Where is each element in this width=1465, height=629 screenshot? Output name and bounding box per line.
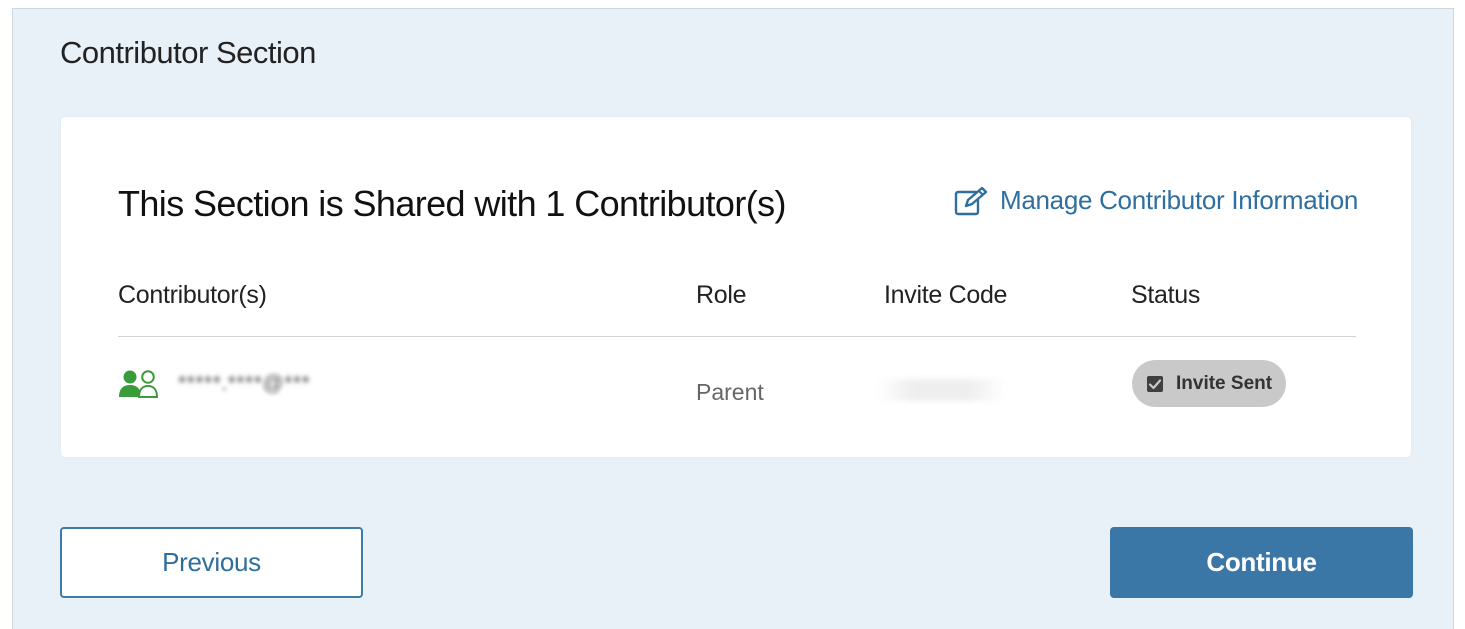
column-header-invite-code: Invite Code xyxy=(884,281,1008,309)
section-title: Contributor Section xyxy=(60,35,316,70)
role-cell: Parent xyxy=(696,379,764,405)
manage-link-label: Manage Contributor Information xyxy=(1000,185,1359,215)
column-header-role: Role xyxy=(696,281,747,309)
contributors-card: This Section is Shared with 1 Contributo… xyxy=(61,117,1411,457)
status-badge: Invite Sent xyxy=(1132,360,1287,407)
contributor-email: *****.****@*** xyxy=(178,372,311,395)
invite-code-cell xyxy=(876,379,1006,401)
contributor-section-panel: Contributor Section This Section is Shar… xyxy=(12,8,1454,629)
status-label: Invite Sent xyxy=(1176,372,1273,394)
users-icon xyxy=(118,369,160,399)
column-header-status: Status xyxy=(1131,281,1201,309)
table-row: *****.****@*** Parent Invite Sent xyxy=(61,337,1411,417)
previous-button[interactable]: Previous xyxy=(60,527,363,598)
continue-button[interactable]: Continue xyxy=(1110,527,1413,598)
contributor-cell: *****.****@*** xyxy=(118,369,310,399)
card-heading: This Section is Shared with 1 Contributo… xyxy=(118,183,786,224)
column-header-contributors: Contributor(s) xyxy=(118,281,267,309)
manage-contributor-link[interactable]: Manage Contributor Information xyxy=(954,185,1358,216)
checkbox-icon xyxy=(1146,375,1164,393)
edit-icon xyxy=(954,186,988,216)
